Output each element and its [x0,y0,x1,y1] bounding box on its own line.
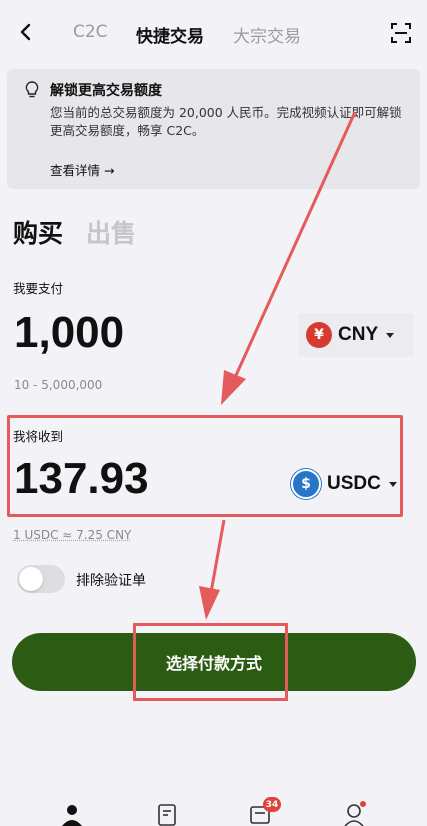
pay-currency-selector[interactable]: ¥ CNY [298,313,414,357]
exchange-rate: 1 USDC ≈ 7.25 CNY [13,528,132,542]
tab-c2c[interactable]: C2C [73,22,108,42]
annotation-arrow-line [208,519,226,599]
pay-label: 我要支付 [13,281,64,296]
lightbulb-icon [25,81,39,98]
chevron-down-icon [386,332,395,338]
orders-icon[interactable] [155,802,179,826]
button-highlight-annotation [133,623,288,701]
tab-block-trade[interactable]: 大宗交易 [233,22,301,47]
receive-highlight-annotation [7,415,403,517]
cny-icon: ¥ [306,322,332,348]
messages-badge: 34 [263,797,281,812]
toggle-knob[interactable] [19,567,43,591]
back-arrow-icon[interactable] [14,20,38,44]
trade-people-icon[interactable] [60,802,84,826]
tab-sell[interactable]: 出售 [86,214,136,250]
scan-icon[interactable] [389,21,413,45]
pay-amount-input[interactable]: 1,000 [14,308,124,358]
pay-currency-label: CNY [338,324,379,345]
view-details-link[interactable]: 查看详情 → [50,160,114,179]
exclude-verified-label: 排除验证单 [76,573,146,589]
tab-quick-trade[interactable]: 快捷交易 [136,22,204,47]
annotation-arrowhead [221,370,246,405]
notice-body: 您当前的总交易额度为 20,000 人民币。完成视频认证即可解锁更高交易额度，畅… [50,105,402,138]
tab-buy[interactable]: 购买 [13,214,63,250]
annotation-arrowhead [199,586,220,620]
notice-title: 解锁更高交易额度 [50,83,162,99]
notice-card: 解锁更高交易额度 您当前的总交易额度为 20,000 人民币。完成视频认证即可解… [7,69,420,189]
pay-range: 10 - 5,000,000 [14,378,103,392]
profile-notification-dot [360,801,366,807]
